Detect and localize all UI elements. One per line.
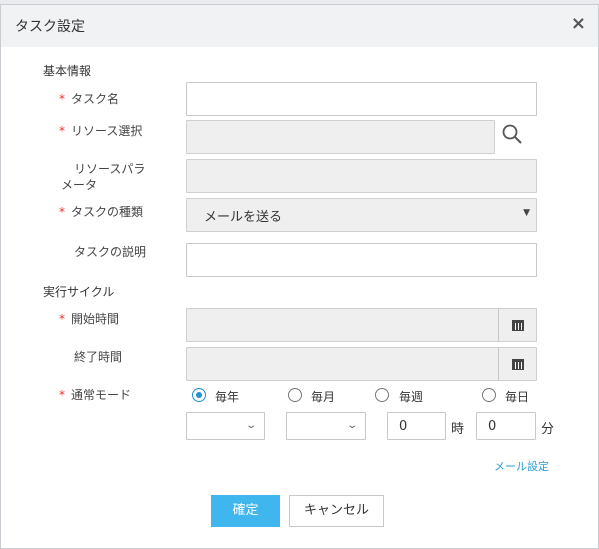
start-time-label: * 開始時間	[59, 312, 120, 326]
hour-unit: 時	[451, 422, 465, 437]
search-icon[interactable]	[501, 123, 523, 145]
resource-select-label: * リソース選択	[59, 124, 143, 138]
required-mark: *	[59, 92, 65, 106]
dialog-header: タスク設定 ×	[1, 5, 598, 47]
task-type-select[interactable]: メールを送る ▼	[186, 198, 537, 232]
section-execution-cycle: 実行サイクル	[43, 285, 115, 299]
calendar-icon	[512, 359, 524, 370]
radio-weekly-label[interactable]: 毎週	[399, 388, 423, 405]
minute-unit: 分	[541, 422, 555, 437]
radio-monthly[interactable]	[288, 388, 302, 402]
start-time-calendar-button[interactable]	[498, 309, 536, 341]
section-basic-info: 基本情報	[43, 64, 92, 78]
chevron-down-icon: ⌄	[244, 420, 257, 431]
hour-input[interactable]: 0	[387, 412, 446, 440]
task-type-label: * タスクの種類	[59, 205, 144, 219]
schedule-select-1[interactable]: ⌄	[186, 412, 265, 440]
end-time-input[interactable]	[186, 347, 537, 381]
mode-label: * 通常モード	[59, 388, 132, 402]
cancel-button[interactable]: キャンセル	[289, 495, 384, 527]
radio-yearly-label[interactable]: 毎年	[215, 388, 239, 405]
resource-params-input[interactable]	[186, 159, 537, 193]
mail-settings-link[interactable]: メール設定	[494, 458, 549, 474]
required-mark: *	[59, 124, 65, 138]
task-name-label: * タスク名	[59, 92, 120, 106]
radio-monthly-label[interactable]: 毎月	[311, 388, 335, 405]
close-icon[interactable]: ×	[571, 13, 586, 34]
required-mark: *	[59, 312, 65, 326]
task-name-input[interactable]	[186, 82, 537, 116]
radio-daily-label[interactable]: 毎日	[505, 388, 529, 405]
dialog-title: タスク設定	[15, 19, 85, 35]
caret-down-icon: ▼	[523, 208, 530, 218]
task-desc-input[interactable]	[186, 243, 537, 277]
schedule-select-2[interactable]: ⌄	[286, 412, 366, 440]
radio-yearly[interactable]	[192, 388, 206, 402]
hour-value: 0	[399, 419, 408, 434]
resource-select-input[interactable]	[186, 120, 495, 154]
task-desc-label: タスクの説明	[74, 245, 147, 259]
calendar-icon	[512, 320, 524, 331]
end-time-calendar-button[interactable]	[498, 348, 536, 380]
resource-params-label: リソースパラ メータ	[61, 162, 146, 192]
start-time-input[interactable]	[186, 308, 537, 342]
minute-input[interactable]: 0	[476, 412, 536, 440]
task-type-value: メールを送る	[204, 210, 283, 225]
radio-daily[interactable]	[482, 388, 496, 402]
minute-value: 0	[488, 419, 497, 434]
required-mark: *	[59, 388, 65, 402]
confirm-button[interactable]: 確定	[211, 495, 280, 527]
radio-weekly[interactable]	[375, 388, 389, 402]
chevron-down-icon: ⌄	[345, 420, 358, 431]
end-time-label: 終了時間	[74, 350, 123, 364]
required-mark: *	[59, 205, 65, 219]
